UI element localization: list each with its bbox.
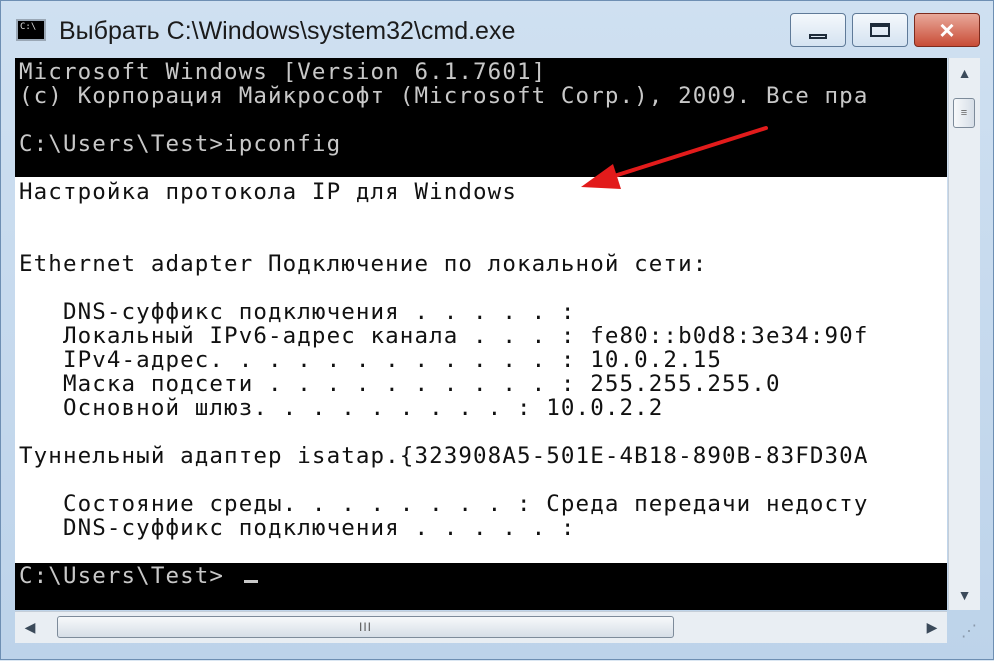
console-line: C:\Users\Test>ipconfig — [19, 131, 342, 157]
console-line: DNS-суффикс подключения . . . . . : — [19, 515, 576, 541]
maximize-icon — [870, 23, 890, 37]
vertical-scroll-thumb[interactable]: ≡ — [953, 98, 975, 128]
cmd-window: Выбрать C:\Windows\system32\cmd.exe × Mi… — [0, 0, 994, 660]
console-line: Состояние среды. . . . . . . . : Среда п… — [19, 491, 869, 517]
minimize-button[interactable] — [790, 13, 846, 47]
resize-grip-icon[interactable]: ⋰ — [951, 615, 977, 641]
scroll-up-button[interactable]: ▲ — [949, 58, 980, 88]
minimize-icon — [809, 33, 827, 39]
console-line: Ethernet adapter Подключение по локально… — [19, 251, 708, 277]
window-title: Выбрать C:\Windows\system32\cmd.exe — [59, 17, 516, 45]
console-output[interactable]: Microsoft Windows [Version 6.1.7601] (c)… — [15, 58, 947, 610]
close-button[interactable]: × — [914, 13, 980, 47]
scroll-down-button[interactable]: ▼ — [949, 580, 980, 610]
console-line: Основной шлюз. . . . . . . . . : 10.0.2.… — [19, 395, 664, 421]
console-line: Туннельный адаптер isatap.{323908A5-501E… — [19, 443, 869, 469]
console-line: (c) Корпорация Майкрософт (Microsoft Cor… — [19, 83, 869, 109]
console-line: Настройка протокола IP для Windows — [19, 179, 517, 205]
console-line: Microsoft Windows [Version 6.1.7601] — [19, 59, 547, 85]
console-line: IPv4-адрес. . . . . . . . . . . . : 10.0… — [19, 347, 723, 373]
console-line: DNS-суффикс подключения . . . . . : — [19, 299, 576, 325]
maximize-button[interactable] — [852, 13, 908, 47]
text-cursor — [244, 580, 258, 583]
vertical-scrollbar[interactable]: ▲ ≡ ▼ — [948, 58, 980, 610]
horizontal-scrollbar[interactable]: ◀ III ▶ — [15, 611, 947, 643]
console-line: Маска подсети . . . . . . . . . . : 255.… — [19, 371, 781, 397]
scroll-left-button[interactable]: ◀ — [15, 612, 45, 643]
console-prompt: C:\Users\Test> — [19, 563, 225, 589]
close-icon: × — [939, 15, 955, 45]
horizontal-scroll-thumb[interactable]: III — [57, 616, 674, 638]
cmd-icon[interactable] — [16, 19, 46, 41]
console-line: Локальный IPv6-адрес канала . . . : fe80… — [19, 323, 869, 349]
scroll-right-button[interactable]: ▶ — [917, 612, 947, 643]
title-bar[interactable]: Выбрать C:\Windows\system32\cmd.exe × — [1, 1, 993, 57]
